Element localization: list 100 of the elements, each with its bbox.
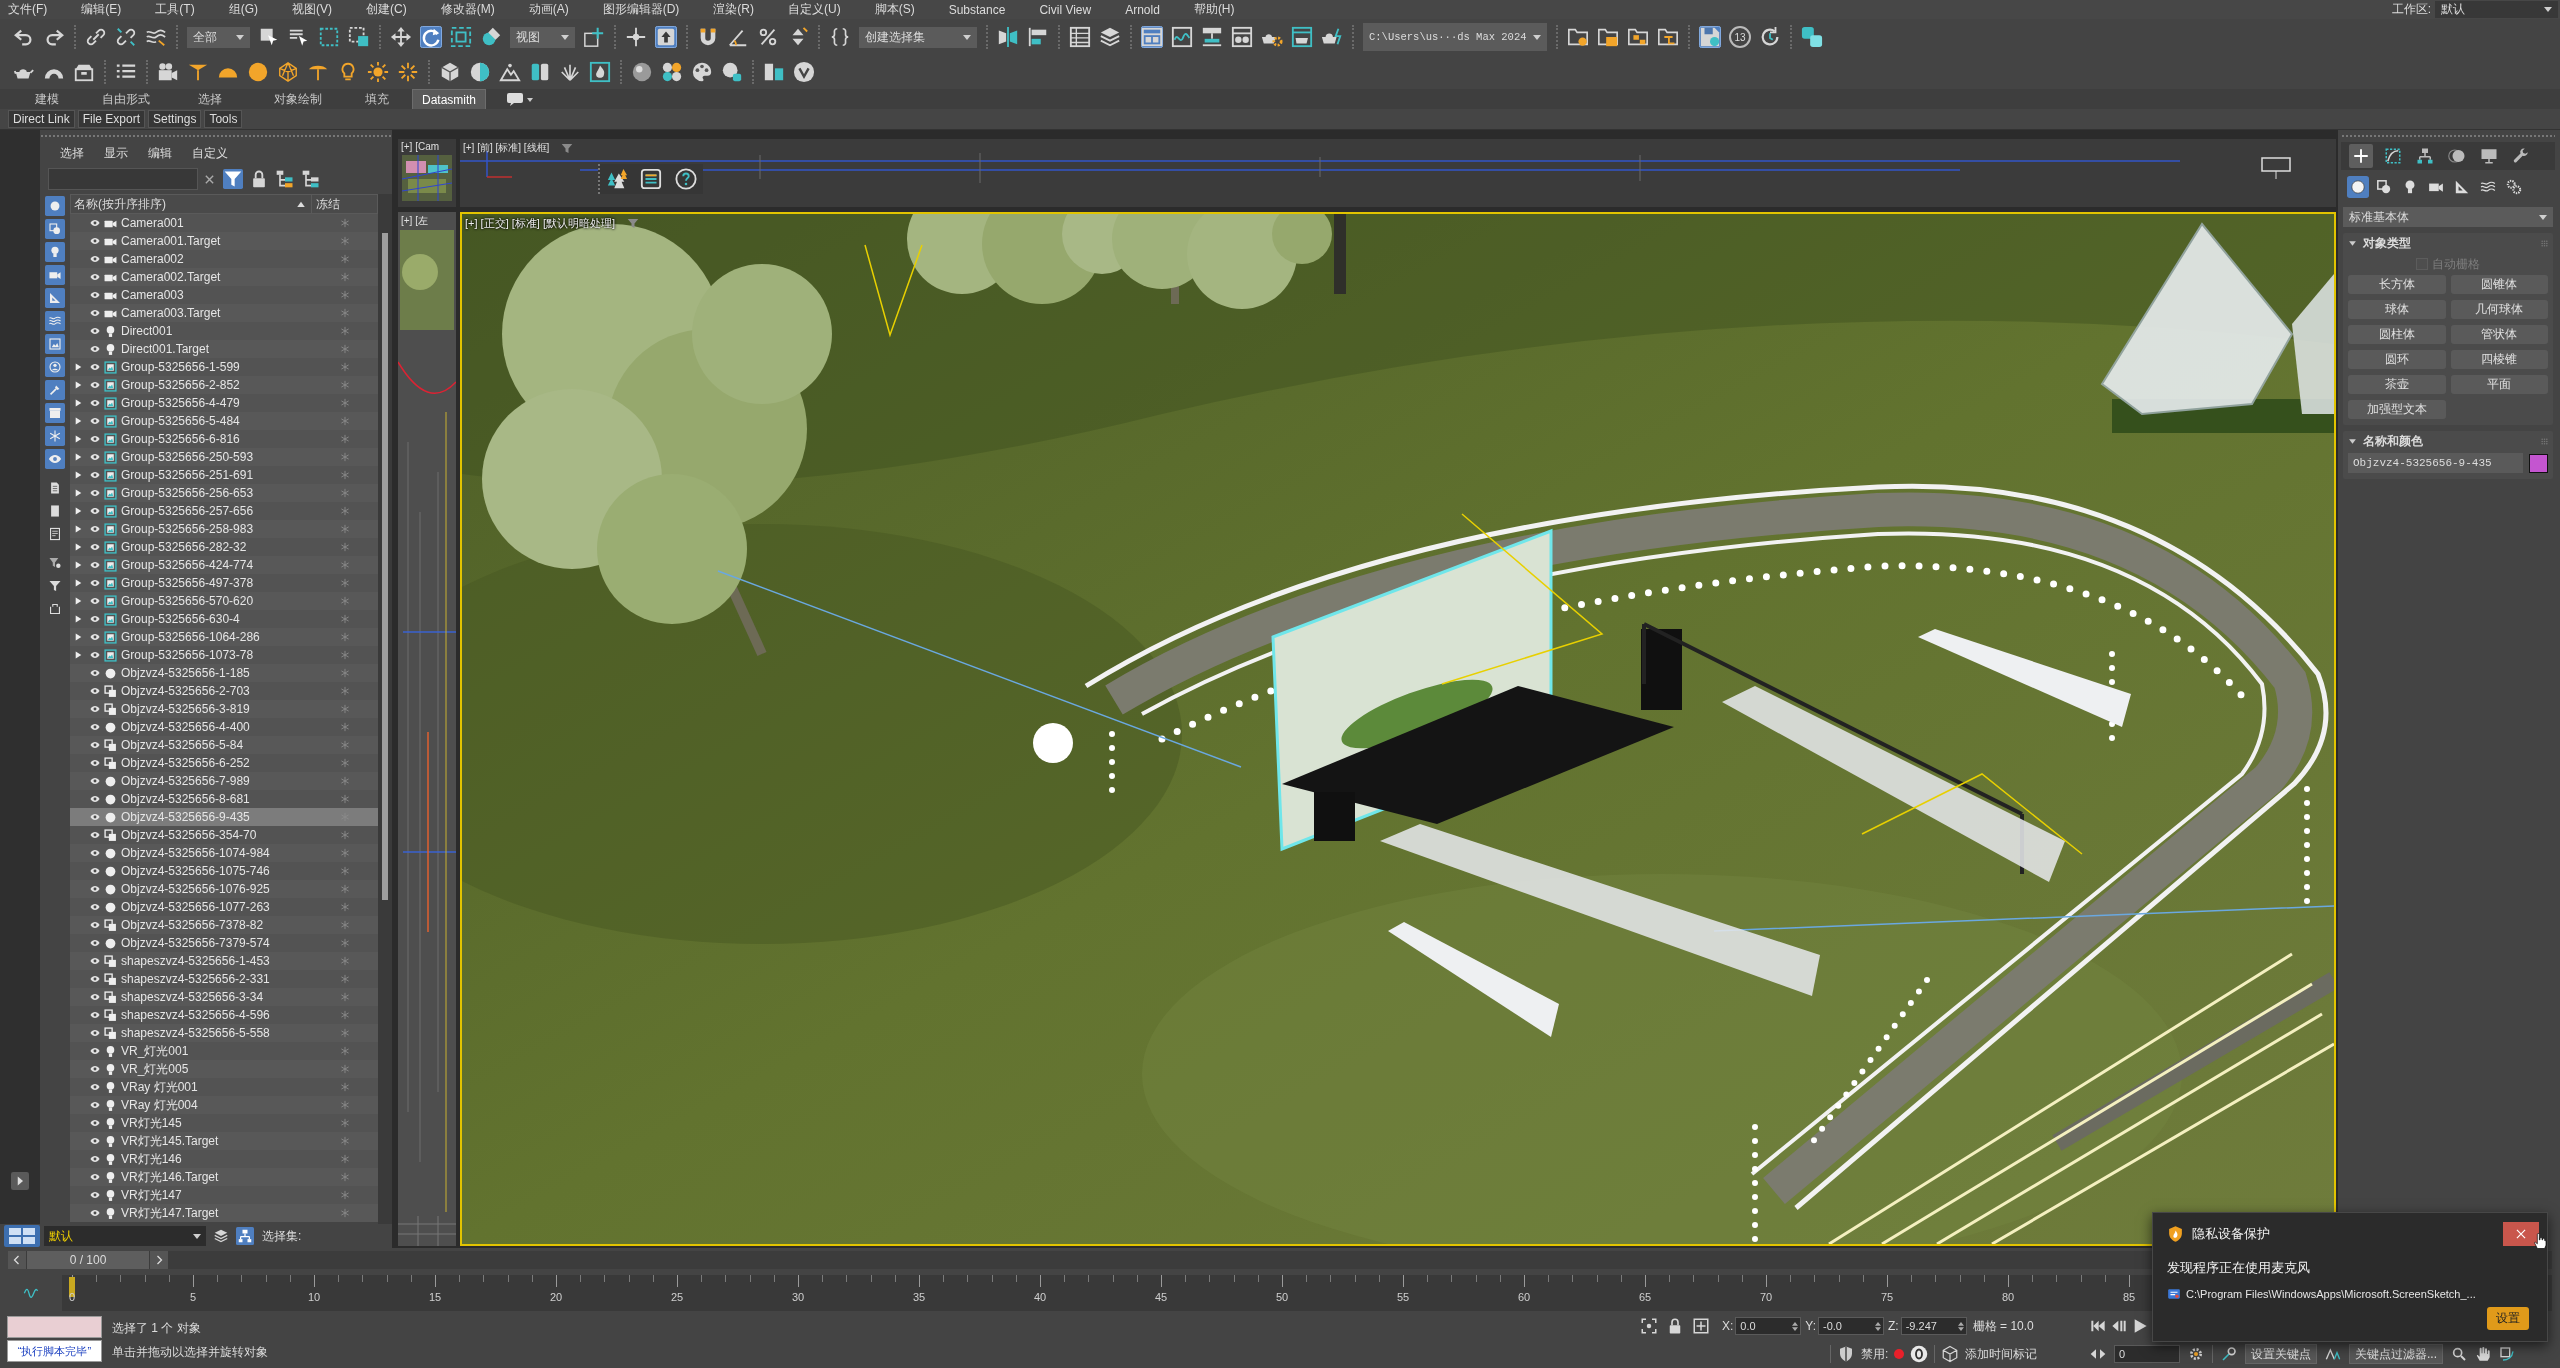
eye-icon[interactable] [88,722,102,732]
expand-arrow-icon[interactable] [74,381,82,389]
menu-item[interactable]: 显示 [104,144,128,162]
primitive-button[interactable]: 管状体 [2450,325,2548,344]
eye-icon[interactable] [88,884,102,894]
viewport-label[interactable]: [+] [前] [标准] [线框] [463,141,550,155]
v-circle-icon[interactable] [793,61,815,83]
viewport-label[interactable]: [+] [正交] [标准] [默认明暗处理] [465,216,616,231]
scene-object-row[interactable]: Objzvz4-5325656-7-989 [70,772,378,790]
scene-object-row[interactable]: Objzvz4-5325656-4-400 [70,718,378,736]
primitive-button[interactable]: 茶壶 [2348,375,2446,394]
ribbon-tab[interactable]: 填充 [342,89,412,109]
document-lines-icon[interactable] [640,168,663,190]
scene-object-row[interactable]: VR灯光147.Target [70,1204,378,1222]
expand-arrow-icon[interactable] [74,633,82,641]
four-dots-icon[interactable] [661,61,683,83]
key-icon[interactable] [2221,1346,2237,1362]
eye-icon[interactable] [88,488,102,498]
expand-arrow-icon[interactable] [74,543,82,551]
ribbon-panel-icon[interactable] [1141,26,1163,48]
eye-icon[interactable] [88,416,102,426]
layer-dropdown[interactable]: 默认 [44,1226,206,1246]
scene-object-row[interactable]: shapeszvz4-5325656-5-558 [70,1024,378,1042]
eye-icon[interactable] [88,686,102,696]
time-slider-thumb[interactable]: 0 / 100 [27,1251,149,1269]
scene-object-row[interactable]: Group-5325656-258-983 [70,520,378,538]
search-field[interactable] [48,168,198,190]
container-icon[interactable] [45,403,65,423]
primitive-button[interactable]: 圆环 [2348,350,2446,369]
eye-icon[interactable] [88,398,102,408]
eye-icon[interactable] [88,704,102,714]
brush-icon[interactable] [45,380,65,400]
sphere-icon[interactable] [631,61,653,83]
coordinate-field[interactable]: 0.0 [1735,1317,1802,1335]
eye-icon[interactable] [88,1028,102,1038]
light-bulb-icon[interactable] [45,242,65,262]
eye-icon[interactable] [88,1136,102,1146]
step-back-icon[interactable] [2111,1318,2127,1334]
menu-item[interactable]: 编辑(E) [81,1,122,18]
scene-object-row[interactable]: VR灯光145 [70,1114,378,1132]
scene-object-row[interactable]: shapeszvz4-5325656-3-34 [70,988,378,1006]
scene-object-row[interactable]: Group-5325656-6-816 [70,430,378,448]
ribbon-tab[interactable]: 自由形式 [86,89,166,109]
primitive-button[interactable]: 几何球体 [2450,300,2548,319]
scene-object-row[interactable]: Objzvz4-5325656-1076-925 [70,880,378,898]
magnifier-icon[interactable] [2451,1346,2467,1362]
scene-object-row[interactable]: Group-5325656-1073-78 [70,646,378,664]
viewport-label[interactable]: [+] [Cam [401,141,440,152]
scale-square-icon[interactable] [450,26,472,48]
shapes-icon[interactable] [45,219,65,239]
scene-object-row[interactable]: Group-5325656-256-653 [70,484,378,502]
rollout-title[interactable]: 对象类型 [2363,234,2535,252]
key-filters-button[interactable]: 关键点过滤器... [2349,1344,2443,1364]
menu-item[interactable]: 渲染(R) [713,1,754,18]
eye-icon[interactable] [88,362,102,372]
eye-icon[interactable] [88,308,102,318]
eye-icon[interactable] [88,920,102,930]
ribbon-button[interactable]: File Export [77,110,146,128]
square-plus-icon[interactable] [583,26,605,48]
color-swatch[interactable] [2529,453,2548,473]
geosphere-icon[interactable] [277,61,299,83]
scene-object-row[interactable]: shapeszvz4-5325656-4-596 [70,1006,378,1024]
select-arrow-icon[interactable] [258,26,280,48]
scene-object-row[interactable]: VR_灯光001 [70,1042,378,1060]
sphere-tag-icon[interactable] [721,61,743,83]
menu-item[interactable]: 帮助(H) [1193,1,1235,18]
eye-icon[interactable] [88,614,102,624]
scene-object-row[interactable]: VR_灯光005 [70,1060,378,1078]
expand-arrow-icon[interactable] [74,471,82,479]
cube-outline-icon[interactable] [1941,1345,1960,1363]
eye-icon[interactable] [88,344,102,354]
eye-icon[interactable] [88,542,102,552]
collapse-triangle-icon[interactable] [2348,238,2357,248]
percent-icon[interactable] [757,26,779,48]
current-frame-field[interactable]: 0 [2114,1345,2180,1363]
expand-arrow-icon[interactable] [74,399,82,407]
wave-lines-icon[interactable] [45,311,65,331]
menu-item[interactable]: 动画(A) [528,1,569,18]
scene-object-row[interactable]: Objzvz4-5325656-1-185 [70,664,378,682]
scene-object-row[interactable]: VRay 灯光001 [70,1078,378,1096]
menu-item[interactable]: 创建(C) [366,1,407,18]
material-spheres-icon[interactable] [1231,26,1253,48]
viewport-layout-icon[interactable] [4,1225,40,1247]
layers-icon[interactable] [1099,26,1121,48]
folder-link-icon[interactable] [1657,26,1679,48]
primitive-button[interactable]: 平面 [2450,375,2548,394]
script-input-field[interactable] [7,1316,102,1338]
eye-icon[interactable] [88,1154,102,1164]
shield-icon[interactable] [1837,1345,1855,1363]
scene-object-row[interactable]: Objzvz4-5325656-7379-574 [70,934,378,952]
eye-icon[interactable] [88,434,102,444]
speech-bubble-icon[interactable] [506,91,534,107]
scene-object-row[interactable]: Direct001.Target [70,340,378,358]
crosshair-square-icon[interactable] [1692,1317,1710,1335]
column-header[interactable]: 冻结 [312,194,378,214]
scene-object-row[interactable]: shapeszvz4-5325656-2-331 [70,970,378,988]
eye-icon[interactable] [88,1118,102,1128]
scene-object-row[interactable]: VR灯光147 [70,1186,378,1204]
menu-item[interactable]: Arnold [1125,2,1160,17]
menu-item[interactable]: 自定义(U) [788,1,841,18]
